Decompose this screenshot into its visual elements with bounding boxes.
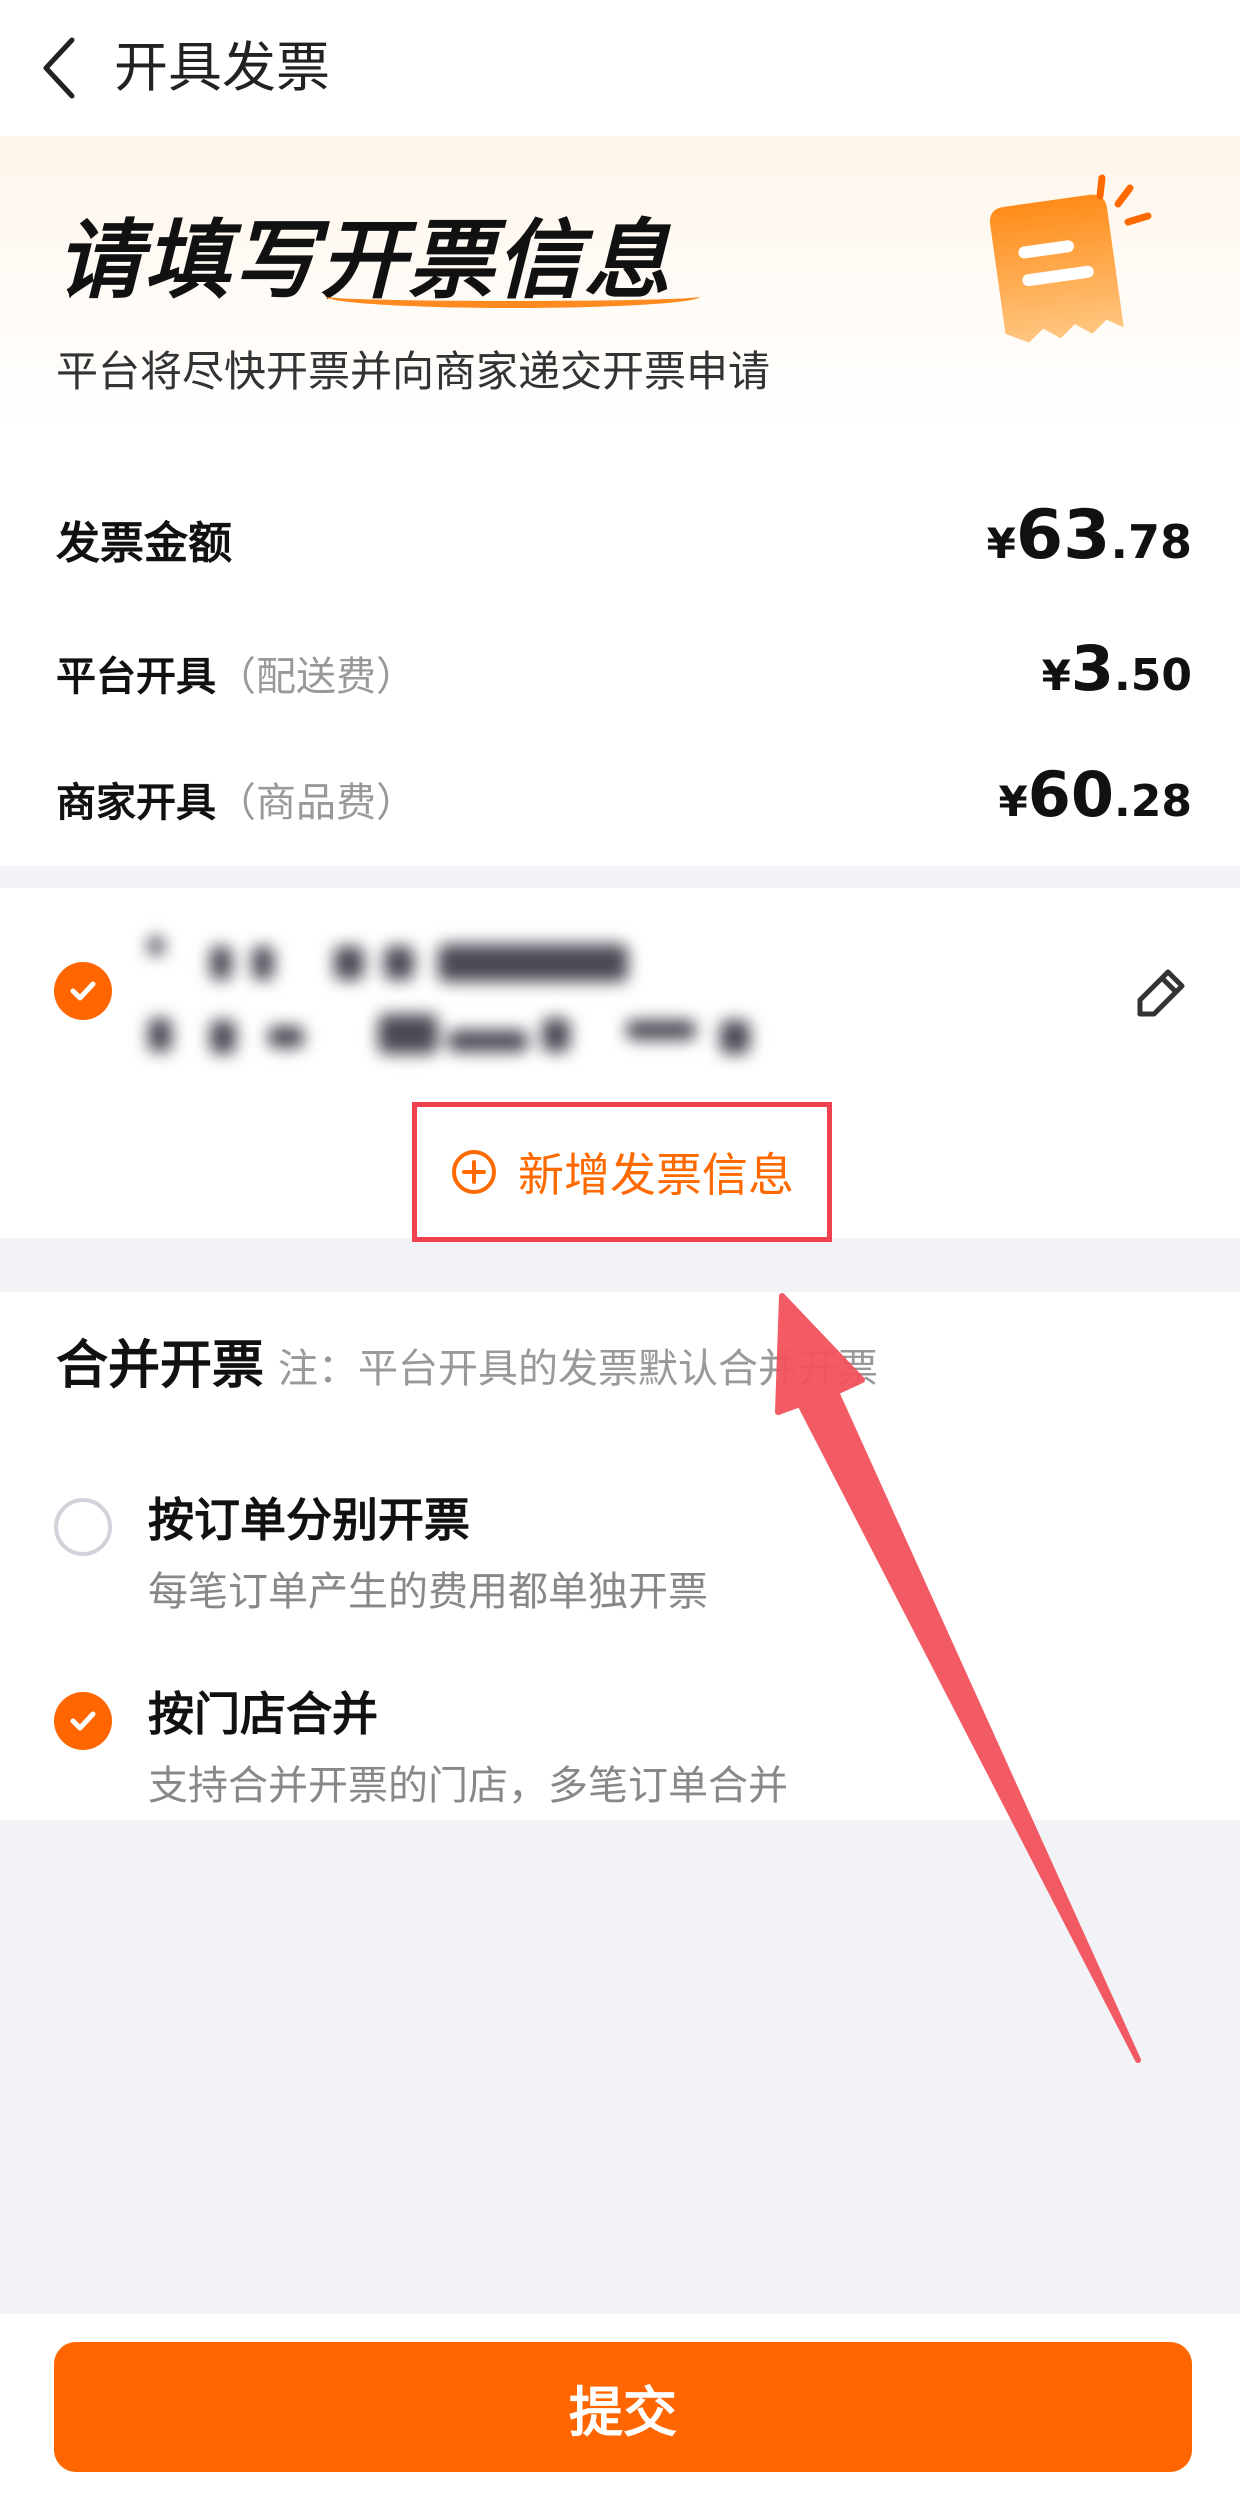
invoice-info-checkbox[interactable]	[54, 962, 112, 1020]
page-title: 开具发票	[114, 36, 330, 99]
option-by-order-radio[interactable]	[54, 1498, 112, 1556]
currency-symbol: ¥	[1041, 651, 1071, 700]
amount-merchant-label: 商家开具（商品费）	[56, 770, 416, 828]
amount-platform-label: 平台开具（配送费）	[56, 644, 416, 702]
currency-symbol: ¥	[998, 777, 1028, 826]
amount-integer: 3	[1070, 632, 1115, 705]
hero-title-highlight: 开票信息	[320, 206, 700, 316]
option-by-order-title[interactable]: 按订单分别开票	[148, 1488, 470, 1552]
hero-title-part1: 请填写	[56, 211, 320, 311]
plus-circle-icon	[452, 1150, 496, 1194]
option-by-store-desc: 支持合并开票的门店，多笔订单合并	[148, 1763, 788, 1809]
navbar: 开具发票	[0, 0, 1240, 136]
check-icon	[70, 981, 96, 1001]
amount-decimal: .50	[1114, 650, 1192, 701]
amount-merchant-value: ¥60.28	[999, 758, 1192, 831]
footer-bar: 提交	[0, 2314, 1240, 2494]
platform-label: 平台开具	[56, 654, 216, 700]
option-by-store-title[interactable]: 按门店合并	[148, 1682, 378, 1746]
option-by-store-radio[interactable]	[54, 1692, 112, 1750]
amount-merchant-row: 商家开具（商品费） ¥60.28	[56, 758, 1192, 831]
amount-card: 发票金额 ¥63.78 平台开具（配送费） ¥3.50 商家开具（商品费） ¥6…	[0, 436, 1240, 866]
amount-total-row: 发票金额 ¥63.78	[56, 496, 1192, 575]
option-by-order-desc: 每笔订单产生的费用都单独开票	[148, 1569, 708, 1615]
merchant-label: 商家开具	[56, 780, 216, 826]
edit-pencil-icon[interactable]	[1134, 964, 1190, 1020]
invoice-info-redacted[interactable]	[148, 928, 768, 1068]
add-invoice-info-button[interactable]: 新增发票信息	[412, 1102, 832, 1242]
submit-button[interactable]: 提交	[54, 2342, 1192, 2472]
amount-decimal: .78	[1110, 515, 1193, 569]
amount-decimal: .28	[1114, 776, 1192, 827]
amount-integer: 60	[1027, 758, 1115, 831]
hero-title: 请填写开票信息	[56, 206, 700, 316]
platform-note: （配送费）	[216, 654, 416, 700]
amount-total-value: ¥63.78	[987, 496, 1192, 575]
amount-platform-row: 平台开具（配送费） ¥3.50	[56, 632, 1192, 705]
merge-invoice-card: 合并开票 注：平台开具的发票默认合并开票 按订单分别开票 每笔订单产生的费用都单…	[0, 1292, 1240, 1820]
amount-total-label: 发票金额	[56, 518, 232, 569]
add-invoice-info-label: 新增发票信息	[518, 1148, 794, 1202]
merge-note: 注：平台开具的发票默认合并开票	[278, 1346, 878, 1392]
hero-banner: 请填写开票信息 平台将尽快开票并向商家递交开票申请	[0, 136, 1240, 436]
amount-platform-value: ¥3.50	[1042, 632, 1192, 705]
merge-title: 合并开票	[56, 1336, 265, 1396]
check-icon	[70, 1711, 96, 1731]
currency-symbol: ¥	[986, 519, 1016, 568]
merchant-note: （商品费）	[216, 780, 416, 826]
hero-subtitle: 平台将尽快开票并向商家递交开票申请	[56, 347, 771, 396]
chevron-left-icon[interactable]	[32, 30, 88, 106]
invoice-info-card: 新增发票信息	[0, 888, 1240, 1242]
invoice-icon	[989, 174, 1152, 343]
amount-integer: 63	[1015, 496, 1111, 575]
